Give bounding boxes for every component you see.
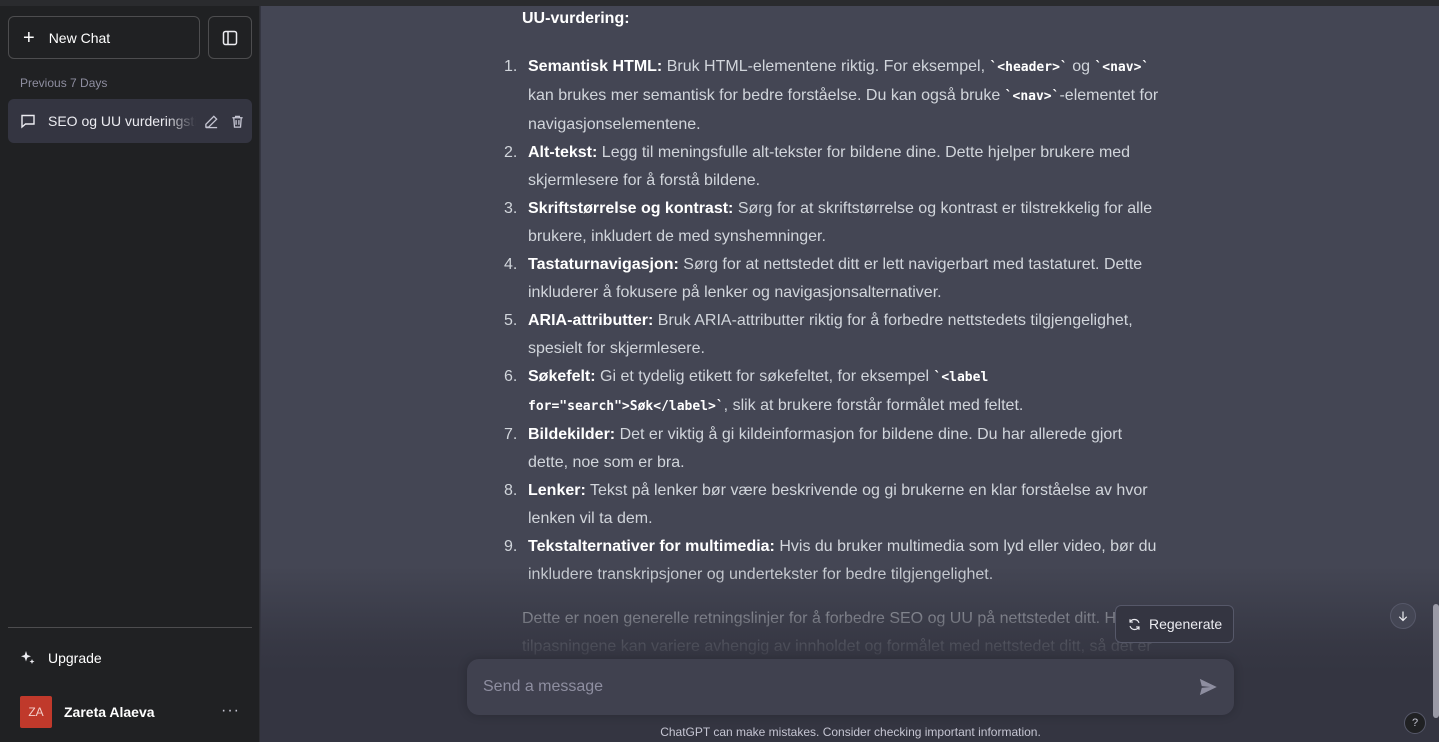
list-number: 8.: [504, 482, 518, 499]
chat-history-item[interactable]: SEO og UU vurderingstips: [8, 99, 252, 143]
sidebar: + New Chat Previous 7 Days SEO og UU vur…: [0, 6, 260, 742]
inline-code: `<nav>`: [1094, 60, 1150, 75]
list-number: 1.: [504, 58, 518, 75]
list-number: 7.: [504, 426, 518, 443]
item-text: Tekst på lenker bør være beskrivende og …: [528, 482, 1148, 527]
disclaimer-text: ChatGPT can make mistakes. Consider chec…: [660, 725, 1041, 739]
inline-code: `<nav>`: [1004, 89, 1060, 104]
list-item: 7. Bildekilder: Det er viktig å gi kildei…: [504, 421, 1162, 477]
message-composer: [467, 659, 1234, 715]
sparkle-icon: [21, 651, 35, 664]
sidebar-toggle-icon: [222, 30, 238, 45]
list-item: 9. Tekstalternativer for multimedia: Hvis…: [504, 533, 1162, 589]
list-number: 5.: [504, 312, 518, 329]
list-number: 6.: [504, 368, 518, 385]
new-chat-label: New Chat: [48, 29, 111, 46]
plus-icon: +: [23, 26, 35, 49]
refresh-icon: [1129, 618, 1140, 630]
regenerate-button[interactable]: Regenerate: [1115, 605, 1234, 643]
item-title: Lenker:: [528, 482, 586, 499]
item-title: Tastaturnavigasjon:: [528, 256, 679, 273]
more-options-button[interactable]: ···: [221, 702, 240, 720]
list-item: 1. Semantisk HTML: Bruk HTML-elementene r…: [504, 53, 1162, 139]
trash-icon: [231, 115, 243, 128]
user-name: Zareta Alaeva: [64, 704, 155, 720]
item-title: Skriftstørrelse og kontrast:: [528, 200, 734, 217]
list-item: 4. Tastaturnavigasjon: Sørg for at nettst…: [504, 251, 1162, 307]
section-label-previous-7-days: Previous 7 Days: [20, 76, 108, 90]
recommendation-list: 1. Semantisk HTML: Bruk HTML-elementene r…: [504, 53, 1162, 589]
send-icon[interactable]: [1198, 677, 1218, 697]
item-title: ARIA-attributter:: [528, 312, 654, 329]
sidebar-divider: [8, 627, 252, 628]
sidebar-toggle-button[interactable]: [208, 16, 252, 59]
item-title: Bildekilder:: [528, 426, 616, 443]
user-menu[interactable]: ZA Zareta Alaeva ···: [8, 690, 252, 734]
list-item: 6. Søkefelt: Gi et tydelig etikett for sø…: [504, 363, 1162, 421]
upgrade-label: Upgrade: [48, 650, 102, 666]
item-title: Tekstalternativer for multimedia:: [528, 538, 775, 555]
edit-chat-button[interactable]: [200, 110, 222, 132]
closing-paragraph: Dette er noen generelle retningslinjer f…: [522, 610, 1159, 655]
edit-icon: [204, 114, 218, 128]
message-input[interactable]: [483, 675, 1173, 699]
list-number: 4.: [504, 256, 518, 273]
chat-bubble-icon: [21, 114, 35, 129]
item-title: Søkefelt:: [528, 368, 596, 385]
list-item: 2. Alt-tekst: Legg til meningsfulle alt-t…: [504, 139, 1162, 195]
item-text: Det er viktig å gi kildeinformasjon for …: [528, 426, 1123, 471]
list-number: 9.: [504, 538, 518, 555]
scroll-to-bottom-button[interactable]: [1390, 603, 1416, 629]
avatar: ZA: [20, 696, 52, 728]
list-number: 2.: [504, 144, 518, 161]
item-text: , slik at brukere forstår formålet med f…: [723, 397, 1024, 414]
delete-chat-button[interactable]: [226, 110, 248, 132]
inline-code: `<header>`: [989, 60, 1068, 75]
new-chat-button[interactable]: + New Chat: [8, 16, 200, 59]
scrollbar[interactable]: [1433, 604, 1439, 718]
list-item: 3. Skriftstørrelse og kontrast: Sørg for …: [504, 195, 1162, 251]
help-button[interactable]: ?: [1404, 712, 1426, 734]
upgrade-button[interactable]: Upgrade: [8, 638, 252, 678]
list-item: 8. Lenker: Tekst på lenker bør være beskr…: [504, 477, 1162, 533]
item-text: kan brukes mer semantisk for bedre forst…: [528, 87, 1005, 104]
chat-history-title: SEO og UU vurderingstips: [48, 113, 196, 129]
list-number: 3.: [504, 200, 518, 217]
item-text: Legg til meningsfulle alt-tekster for bi…: [528, 144, 1131, 189]
item-title: Semantisk HTML:: [528, 58, 663, 75]
arrow-down-icon: [1398, 611, 1408, 622]
item-title: Alt-tekst:: [528, 144, 598, 161]
message-heading: UU-vurdering:: [522, 10, 630, 27]
chat-main: UU-vurdering: 1. Semantisk HTML: Bruk HTM…: [261, 6, 1439, 742]
regenerate-label: Regenerate: [1149, 616, 1223, 632]
item-text: Bruk HTML-elementene riktig. For eksempe…: [662, 58, 990, 75]
list-item: 5. ARIA-attributter: Bruk ARIA-attributte…: [504, 307, 1162, 363]
item-text: Gi et tydelig etikett for søkefeltet, fo…: [595, 368, 934, 385]
item-text: og: [1067, 58, 1095, 75]
